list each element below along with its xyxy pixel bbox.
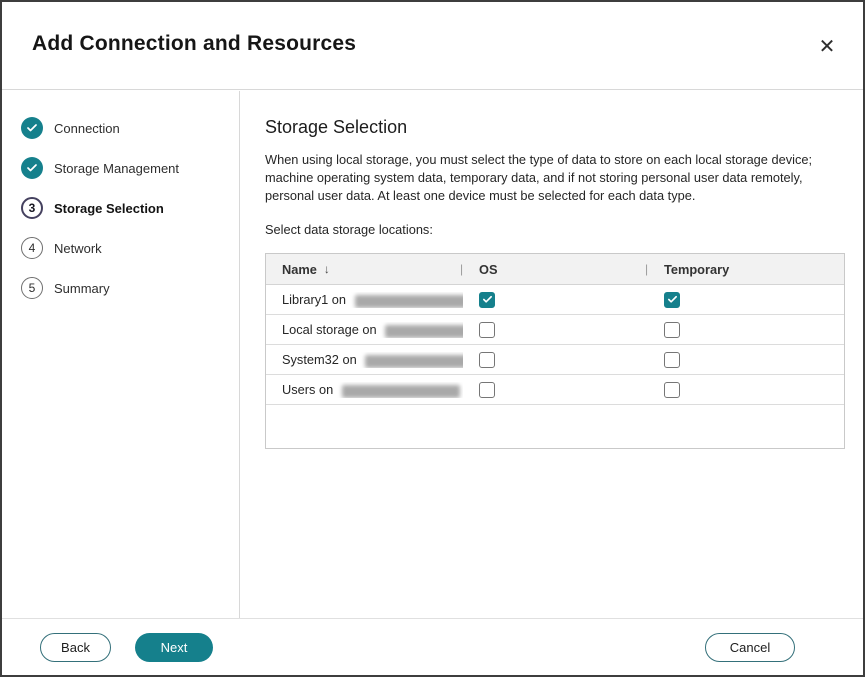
- redacted-text: [385, 325, 463, 338]
- storage-name-text: Local storage on: [282, 322, 380, 337]
- pipe-separator: |: [645, 262, 648, 276]
- temporary-checkbox[interactable]: [664, 292, 680, 308]
- pipe-separator: |: [460, 262, 463, 276]
- column-header-name[interactable]: Name ↓: [266, 262, 463, 277]
- redacted-text: [365, 355, 463, 368]
- temporary-checkbox[interactable]: [664, 382, 680, 398]
- storage-name: Library1 on .: [266, 292, 463, 307]
- back-button[interactable]: Back: [40, 633, 111, 662]
- os-cell: [463, 382, 648, 398]
- cancel-button[interactable]: Cancel: [705, 633, 795, 662]
- step-indicator: 5: [21, 277, 43, 299]
- os-checkbox[interactable]: [479, 382, 495, 398]
- table-row: Users on .: [266, 375, 844, 405]
- step-label: Connection: [54, 121, 120, 136]
- wizard-steps: Connection Storage Management 3 Storage …: [2, 91, 240, 618]
- redacted-text: [342, 385, 460, 398]
- name-header-label: Name: [282, 262, 317, 277]
- select-locations-label: Select data storage locations:: [265, 222, 841, 237]
- table-row: Library1 on .: [266, 285, 844, 315]
- temporary-header-label: Temporary: [664, 262, 729, 277]
- temporary-cell: [648, 292, 844, 308]
- table-header: Name ↓ | OS | Temporary: [266, 254, 844, 285]
- sidebar-item-connection[interactable]: Connection: [2, 117, 239, 139]
- storage-name-text: System32 on: [282, 352, 360, 367]
- temporary-cell: [648, 322, 844, 338]
- dialog-title: Add Connection and Resources: [32, 32, 356, 56]
- os-checkbox[interactable]: [479, 322, 495, 338]
- storage-name: Users on .: [266, 382, 463, 397]
- sidebar-item-summary[interactable]: 5 Summary: [2, 277, 239, 299]
- step-indicator: 3: [21, 197, 43, 219]
- storage-name: System32 on: [266, 352, 463, 367]
- table-body: Library1 on . Local storage on System32 …: [266, 285, 844, 405]
- temporary-cell: [648, 352, 844, 368]
- table-row: System32 on: [266, 345, 844, 375]
- redacted-text: [355, 295, 463, 308]
- sidebar-item-network[interactable]: 4 Network: [2, 237, 239, 259]
- column-header-os: | OS: [463, 262, 648, 277]
- dialog-footer: Back Next Cancel: [2, 618, 863, 675]
- description-text: When using local storage, you must selec…: [265, 151, 847, 205]
- close-icon[interactable]: ✕: [813, 32, 841, 60]
- check-icon: [21, 117, 43, 139]
- os-checkbox[interactable]: [479, 292, 495, 308]
- os-checkbox[interactable]: [479, 352, 495, 368]
- main-content: Storage Selection When using local stora…: [241, 91, 863, 618]
- os-cell: [463, 322, 648, 338]
- step-indicator: 4: [21, 237, 43, 259]
- storage-table: Name ↓ | OS | Temporary Library1 on .: [265, 253, 845, 449]
- storage-name-text: Users on: [282, 382, 337, 397]
- step-label: Summary: [54, 281, 110, 296]
- os-cell: [463, 292, 648, 308]
- column-header-temporary: | Temporary: [648, 262, 844, 277]
- sidebar-item-storage-selection[interactable]: 3 Storage Selection: [2, 197, 239, 219]
- step-label: Storage Management: [54, 161, 179, 176]
- storage-name: Local storage on: [266, 322, 463, 337]
- step-label: Storage Selection: [54, 201, 164, 216]
- next-button[interactable]: Next: [135, 633, 213, 662]
- temporary-checkbox[interactable]: [664, 352, 680, 368]
- check-icon: [21, 157, 43, 179]
- sort-descending-icon: ↓: [324, 262, 330, 276]
- storage-name-text: Library1 on: [282, 292, 350, 307]
- os-cell: [463, 352, 648, 368]
- temporary-cell: [648, 382, 844, 398]
- page-title: Storage Selection: [265, 117, 841, 138]
- step-label: Network: [54, 241, 102, 256]
- temporary-checkbox[interactable]: [664, 322, 680, 338]
- add-connection-resources-dialog: Add Connection and Resources ✕ Connectio…: [0, 0, 865, 677]
- dialog-header: Add Connection and Resources ✕: [2, 2, 863, 90]
- table-row: Local storage on: [266, 315, 844, 345]
- os-header-label: OS: [479, 262, 498, 277]
- sidebar-item-storage-management[interactable]: Storage Management: [2, 157, 239, 179]
